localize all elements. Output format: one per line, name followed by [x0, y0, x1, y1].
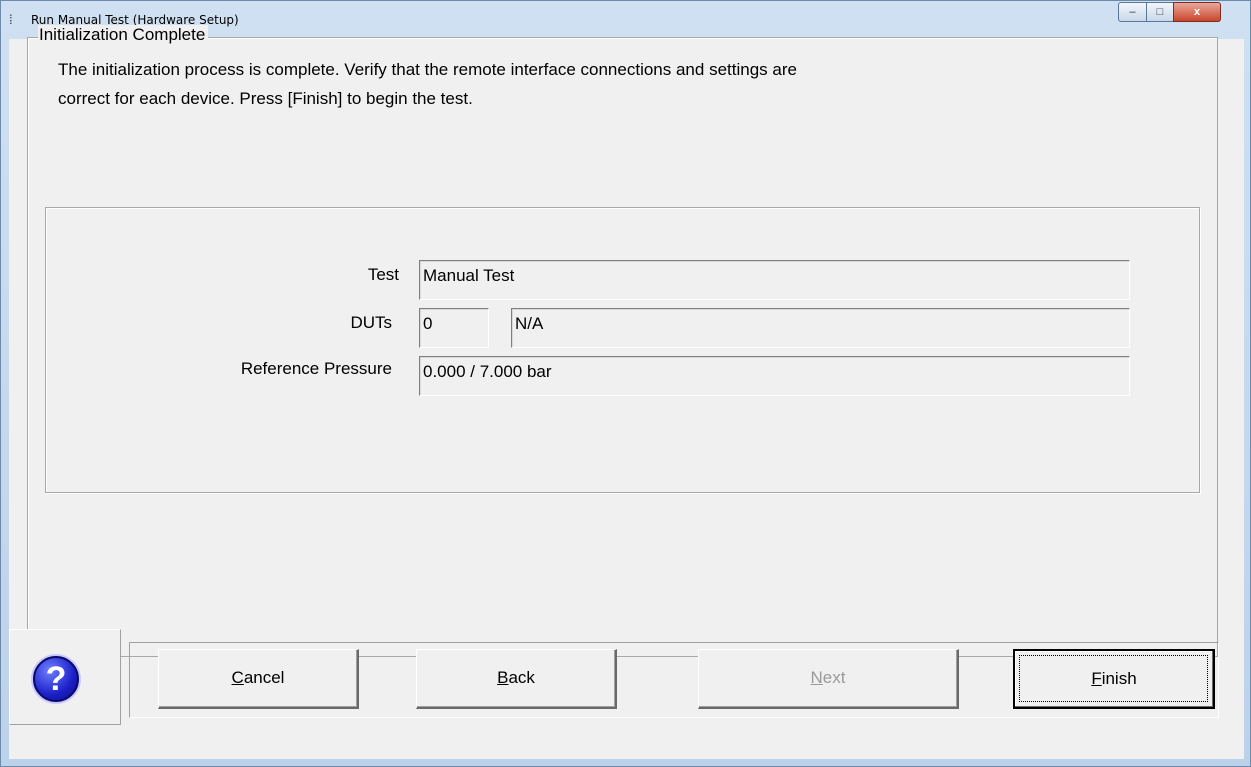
- summary-panel: [45, 207, 1200, 493]
- maximize-button[interactable]: □: [1146, 2, 1174, 22]
- duts-name-field: N/A: [511, 308, 1130, 348]
- cancel-mnemonic: C: [231, 668, 244, 687]
- back-mnemonic: B: [497, 668, 509, 687]
- group-title: Initialization Complete: [38, 25, 209, 45]
- instruction-text: The initialization process is complete. …: [58, 55, 1138, 113]
- help-button[interactable]: ?: [33, 656, 79, 702]
- focus-rectangle: [1019, 655, 1208, 702]
- back-label: ack: [508, 668, 535, 687]
- test-field: Manual Test: [419, 260, 1130, 300]
- minimize-button[interactable]: –: [1118, 2, 1147, 22]
- cancel-label: ancel: [243, 668, 285, 687]
- back-button[interactable]: Back: [416, 649, 617, 709]
- instruction-line-2: correct for each device. Press [Finish] …: [58, 89, 473, 108]
- reference-pressure-field: 0.000 / 7.000 bar: [419, 356, 1130, 396]
- tree-icon: ⁞: [9, 12, 13, 27]
- instruction-line-1: The initialization process is complete. …: [58, 60, 797, 79]
- duts-label: DUTs: [350, 313, 392, 332]
- next-label: ext: [822, 668, 846, 687]
- test-label: Test: [367, 265, 399, 284]
- next-button[interactable]: Next: [698, 649, 959, 709]
- finish-button[interactable]: Finish: [1013, 649, 1215, 709]
- duts-count-field: 0: [419, 308, 489, 348]
- close-button[interactable]: x: [1173, 2, 1221, 22]
- cancel-button[interactable]: Cancel: [158, 649, 359, 709]
- next-mnemonic: N: [810, 668, 823, 687]
- reference-pressure-label: Reference Pressure: [240, 359, 392, 378]
- help-icon: ?: [45, 660, 67, 698]
- dialog-window: ⁞ Run Manual Test (Hardware Setup) – □ x…: [0, 0, 1251, 767]
